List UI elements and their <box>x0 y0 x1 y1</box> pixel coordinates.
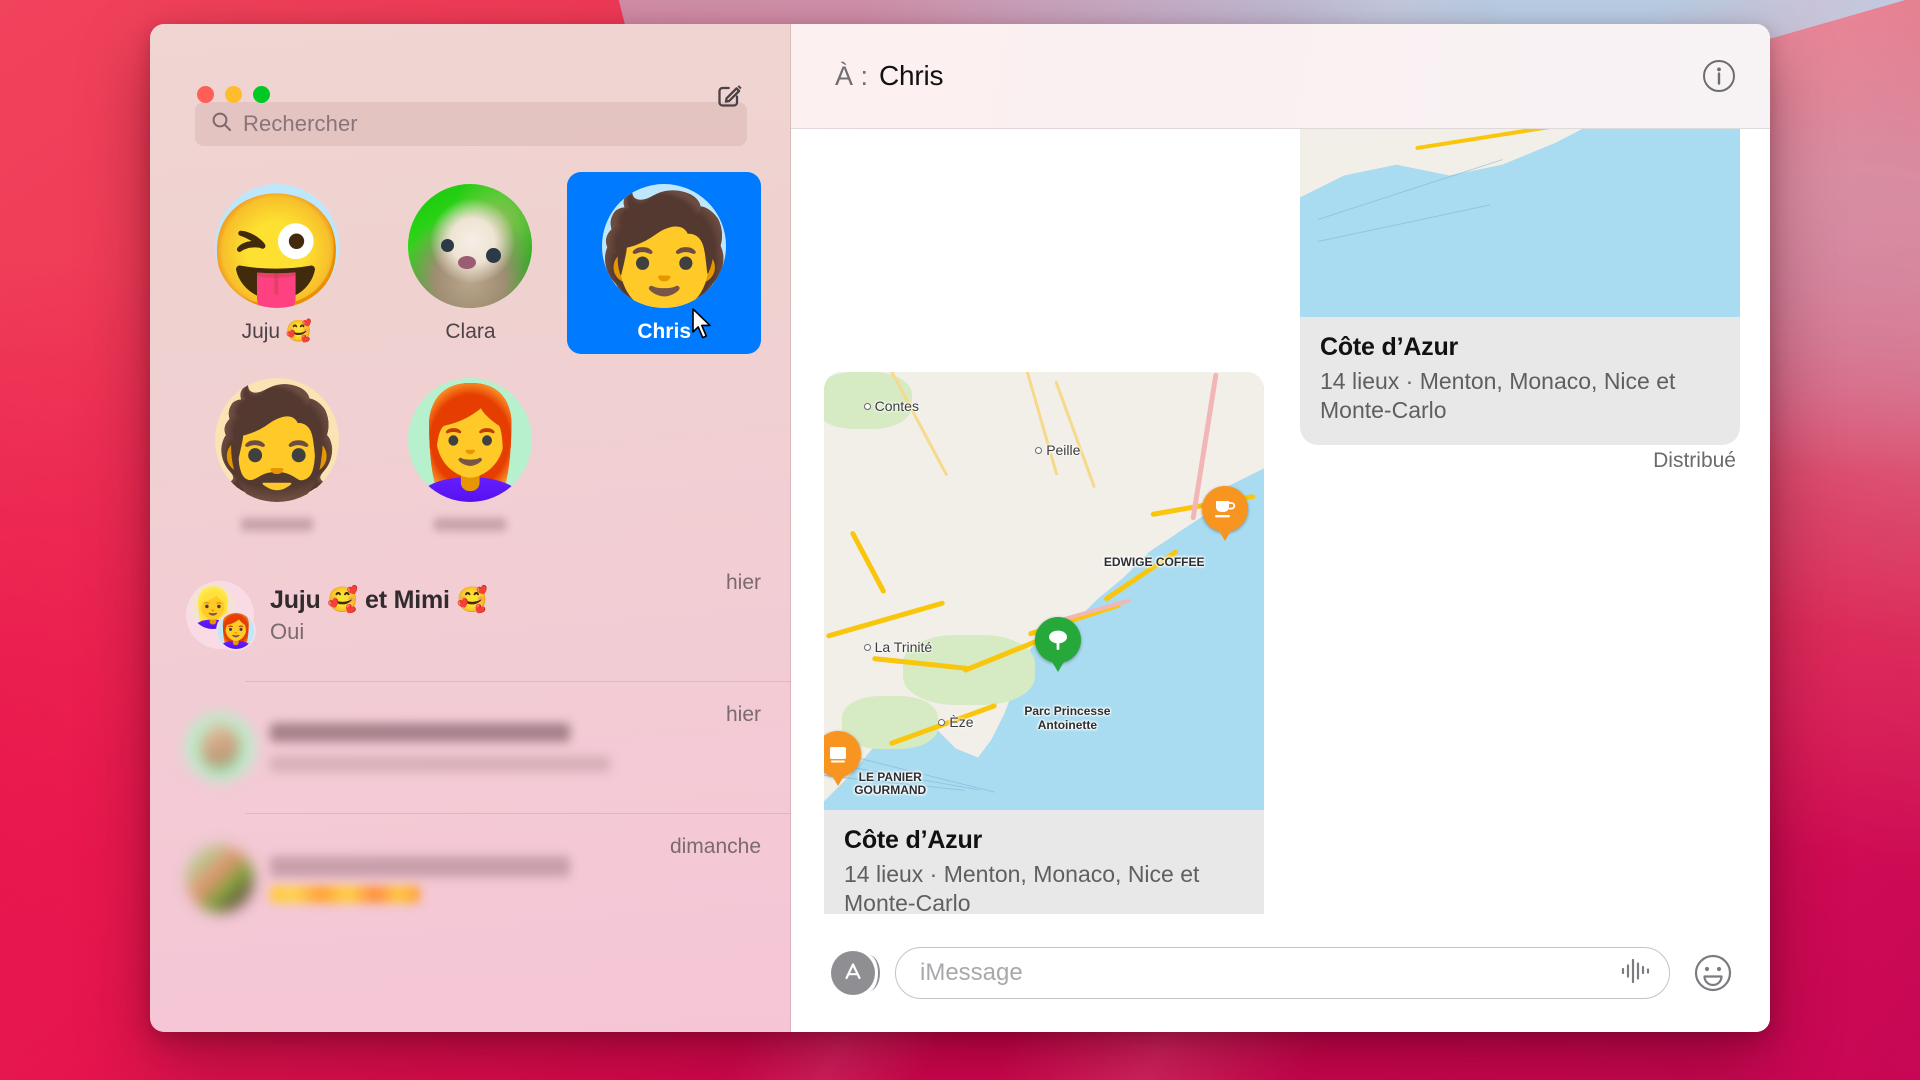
card-meta: Côte d’Azur 14 lieux · Menton, Monaco, N… <box>1300 317 1740 445</box>
card-title: Côte d’Azur <box>1320 333 1459 361</box>
pinned-item-label: Juju 🥰 <box>241 320 313 343</box>
mouse-cursor <box>691 308 713 345</box>
imessage-placeholder: iMessage <box>920 959 1023 986</box>
location-card[interactable]: Côte d’Azur 14 lieux · Menton, Monaco, N… <box>1300 129 1740 445</box>
search-container: Rechercher <box>150 102 791 146</box>
appstore-icon[interactable] <box>831 951 880 995</box>
message-incoming[interactable]: Contes Peille La Trinité Èze EDWIGE COFF… <box>824 372 1264 914</box>
messages-window: Rechercher 😜 Juju 🥰 Clara <box>150 24 1770 1032</box>
chat-pane: À : Chris Côte d’Azur 14 lieux · Menton,… <box>791 24 1770 1032</box>
list-item-preview <box>270 755 610 772</box>
message-outgoing[interactable]: Côte d’Azur 14 lieux · Menton, Monaco, N… <box>1300 129 1740 445</box>
titlebar <box>150 24 791 107</box>
audio-waveform-icon[interactable] <box>1619 957 1653 990</box>
list-item-preview: Oui <box>270 618 305 644</box>
message-thread: Côte d’Azur 14 lieux · Menton, Monaco, N… <box>791 129 1770 914</box>
photo-sloth-icon <box>408 184 533 308</box>
avatar: 😜 <box>214 184 339 308</box>
traffic-lights <box>197 86 270 103</box>
pinned-item-label: Chris <box>637 320 691 343</box>
emoji-smiley-icon[interactable] <box>1690 950 1736 996</box>
sidebar: Rechercher 😜 Juju 🥰 Clara <box>150 24 791 1032</box>
desktop-wallpaper: Rechercher 😜 Juju 🥰 Clara <box>0 0 1920 1080</box>
avatar <box>186 845 254 913</box>
avatar <box>408 184 533 308</box>
memoji-redhead-icon: 👩‍🦰 <box>408 383 533 502</box>
pinned-item-blurred-2[interactable]: 👩‍🦰 <box>374 366 568 541</box>
card-subtitle: 14 lieux · Menton, Monaco, Nice et Monte… <box>844 861 1200 914</box>
list-item-title <box>270 855 570 877</box>
list-item-body: Juju 🥰 et Mimi 🥰 Oui <box>270 586 710 645</box>
map-poi-label: Parc Princesse Antoinette <box>1024 703 1111 732</box>
list-item-body <box>270 855 654 903</box>
status-badge: Distribué <box>1653 449 1736 472</box>
list-item-body <box>270 722 710 772</box>
pinned-item-juju[interactable]: 😜 Juju 🥰 <box>180 172 374 354</box>
map-town-label: Èze <box>938 714 974 730</box>
map-preview: Contes Peille La Trinité Èze EDWIGE COFF… <box>824 372 1264 810</box>
card-meta: Côte d’Azur 14 lieux · Menton, Monaco, N… <box>824 810 1264 914</box>
avatar <box>186 713 254 781</box>
info-icon[interactable] <box>1702 59 1736 93</box>
conversation-list: 👱‍♀️ 👩‍🦰 Juju 🥰 et Mimi 🥰 Oui hier <box>150 541 791 1032</box>
minimize-button[interactable] <box>225 86 242 103</box>
map-poi-label: EDWIGE COFFEE <box>1103 554 1205 569</box>
location-card[interactable]: Contes Peille La Trinité Èze EDWIGE COFF… <box>824 372 1264 914</box>
avatar: 👩‍🦰 <box>408 378 533 502</box>
recipient-name: Chris <box>879 60 944 91</box>
map-town-label: La Trinité <box>863 639 932 655</box>
list-item[interactable]: hier <box>150 681 791 813</box>
imessage-input[interactable]: iMessage <box>895 947 1670 999</box>
bubble-tail <box>824 911 843 914</box>
coffee-pin-icon[interactable] <box>1202 485 1249 541</box>
memoji-man-glasses-icon: 🧔 <box>214 383 339 502</box>
zoom-button[interactable] <box>253 86 270 103</box>
pinned-item-clara[interactable]: Clara <box>374 172 568 354</box>
pinned-item-label: Clara <box>445 320 496 343</box>
map-poi-label: LE PANIER GOURMAND <box>854 769 927 798</box>
close-button[interactable] <box>197 86 214 103</box>
memoji-boy-icon: 🧑 <box>602 189 727 308</box>
pinned-item-label <box>434 518 507 531</box>
list-item-preview <box>270 885 420 903</box>
memoji-redhead-icon: 👩‍🦰 <box>216 611 256 651</box>
memoji-girl-wink-icon: 😜 <box>214 189 339 308</box>
avatar: 👱‍♀️ 👩‍🦰 <box>186 581 256 651</box>
chat-header: À : Chris <box>791 24 1770 129</box>
search-input[interactable]: Rechercher <box>195 102 747 146</box>
message-composer: iMessage <box>791 914 1770 1032</box>
avatar: 🧑 <box>602 184 727 308</box>
search-icon <box>211 111 232 137</box>
list-item-title: Juju 🥰 et Mimi 🥰 <box>270 585 488 614</box>
card-title: Côte d’Azur <box>844 826 983 854</box>
search-placeholder: Rechercher <box>243 111 358 136</box>
list-item-time: hier <box>725 571 761 594</box>
pinned-item-blurred-1[interactable]: 🧔 <box>180 366 374 541</box>
list-item-title <box>270 722 570 742</box>
avatar: 🧔 <box>214 378 339 502</box>
pinned-conversations-grid: 😜 Juju 🥰 Clara 🧑 Chris <box>150 146 791 541</box>
compose-icon[interactable] <box>711 76 749 114</box>
list-item-time: hier <box>725 703 761 726</box>
map-preview <box>1300 129 1740 317</box>
map-town-label: Contes <box>863 398 919 414</box>
pinned-item-label <box>240 518 313 531</box>
map-town-label: Peille <box>1035 442 1080 458</box>
list-item[interactable]: dimanche <box>150 813 791 945</box>
pinned-item-chris[interactable]: 🧑 Chris <box>567 172 761 354</box>
recipient-label: À : <box>835 60 869 91</box>
list-item-time: dimanche <box>669 835 761 858</box>
card-subtitle: 14 lieux · Menton, Monaco, Nice et Monte… <box>1320 368 1676 423</box>
list-item[interactable]: 👱‍♀️ 👩‍🦰 Juju 🥰 et Mimi 🥰 Oui hier <box>150 549 791 681</box>
